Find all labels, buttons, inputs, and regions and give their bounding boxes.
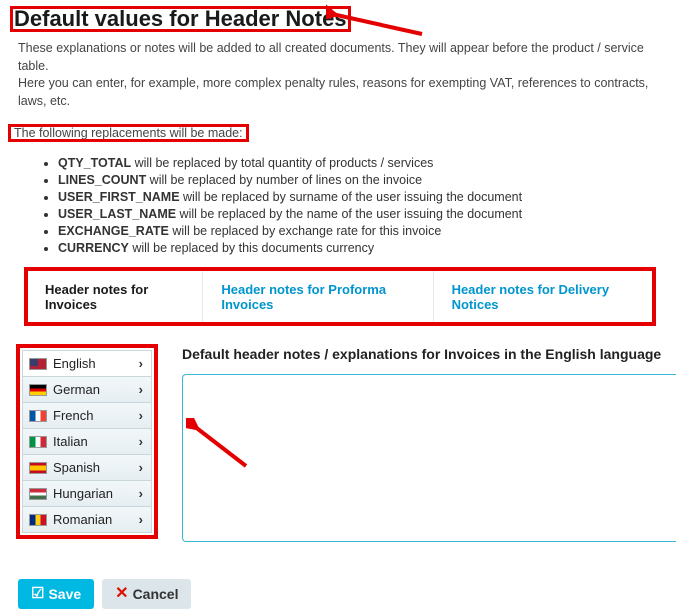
chevron-right-icon: › — [139, 460, 143, 475]
header-notes-textarea[interactable] — [182, 374, 676, 542]
language-label: French — [53, 408, 93, 423]
tab-header-notes-for-delivery-notices[interactable]: Header notes for Delivery Notices — [434, 270, 653, 324]
intro-line-1: These explanations or notes will be adde… — [0, 40, 676, 75]
cancel-button-label: Cancel — [133, 586, 179, 602]
tab-header-notes-for-invoices[interactable]: Header notes for Invoices — [27, 270, 203, 324]
chevron-right-icon: › — [139, 356, 143, 371]
replacement-desc: will be replaced by total quantity of pr… — [131, 156, 433, 170]
replacements-list: QTY_TOTAL will be replaced by total quan… — [58, 156, 676, 255]
language-list-wrap: English›German›French›Italian›Spanish›Hu… — [16, 344, 158, 539]
chevron-right-icon: › — [139, 512, 143, 527]
language-item-en[interactable]: English › — [22, 351, 152, 377]
check-icon: ☑ — [31, 587, 44, 601]
language-list: English›German›French›Italian›Spanish›Hu… — [22, 350, 152, 533]
replacement-token: LINES_COUNT — [58, 173, 146, 187]
language-item-it[interactable]: Italian › — [22, 429, 152, 455]
replacement-item: USER_LAST_NAME will be replaced by the n… — [58, 207, 676, 221]
replacement-token: EXCHANGE_RATE — [58, 224, 169, 238]
replacements-heading: The following replacements will be made: — [8, 124, 249, 142]
chevron-right-icon: › — [139, 408, 143, 423]
language-item-de[interactable]: German › — [22, 377, 152, 403]
replacement-desc: will be replaced by the name of the user… — [176, 207, 522, 221]
replacement-item: EXCHANGE_RATE will be replaced by exchan… — [58, 224, 676, 238]
flag-icon-ro — [29, 514, 47, 526]
language-label: Hungarian — [53, 486, 113, 501]
chevron-right-icon: › — [139, 434, 143, 449]
replacement-token: QTY_TOTAL — [58, 156, 131, 170]
language-item-fr[interactable]: French › — [22, 403, 152, 429]
language-label: German — [53, 382, 100, 397]
chevron-right-icon: › — [139, 486, 143, 501]
content-heading: Default header notes / explanations for … — [182, 346, 676, 362]
language-label: Romanian — [53, 512, 112, 527]
language-item-hu[interactable]: Hungarian › — [22, 481, 152, 507]
replacement-item: QTY_TOTAL will be replaced by total quan… — [58, 156, 676, 170]
tab-header-notes-for-proforma-invoices[interactable]: Header notes for Proforma Invoices — [203, 270, 433, 324]
replacement-desc: will be replaced by this documents curre… — [129, 241, 374, 255]
replacement-desc: will be replaced by exchange rate for th… — [169, 224, 441, 238]
tabs-container: Header notes for InvoicesHeader notes fo… — [26, 269, 654, 324]
replacements-heading-wrap: The following replacements will be made: — [8, 124, 249, 142]
flag-icon-it — [29, 436, 47, 448]
replacement-token: CURRENCY — [58, 241, 129, 255]
cancel-button[interactable]: ✕ Cancel — [102, 579, 191, 609]
language-label: Spanish — [53, 460, 100, 475]
language-item-ro[interactable]: Romanian › — [22, 507, 152, 533]
flag-icon-hu — [29, 488, 47, 500]
flag-icon-fr — [29, 410, 47, 422]
replacement-token: USER_FIRST_NAME — [58, 190, 180, 204]
language-label: Italian — [53, 434, 88, 449]
language-item-es[interactable]: Spanish › — [22, 455, 152, 481]
replacement-item: CURRENCY will be replaced by this docume… — [58, 241, 676, 255]
save-button[interactable]: ☑ Save — [18, 579, 94, 609]
chevron-right-icon: › — [139, 382, 143, 397]
page-title-wrap: Default values for Header Notes — [10, 6, 351, 32]
replacement-desc: will be replaced by number of lines on t… — [146, 173, 422, 187]
close-icon: ✕ — [115, 587, 128, 601]
flag-icon-en — [29, 358, 47, 370]
flag-icon-es — [29, 462, 47, 474]
replacement-token: USER_LAST_NAME — [58, 207, 176, 221]
intro-line-2: Here you can enter, for example, more co… — [0, 75, 676, 110]
action-buttons: ☑ Save ✕ Cancel — [18, 579, 676, 609]
replacement-item: USER_FIRST_NAME will be replaced by surn… — [58, 190, 676, 204]
replacement-desc: will be replaced by surname of the user … — [180, 190, 523, 204]
flag-icon-de — [29, 384, 47, 396]
tabs: Header notes for InvoicesHeader notes fo… — [26, 269, 654, 324]
replacement-item: LINES_COUNT will be replaced by number o… — [58, 173, 676, 187]
page-title: Default values for Header Notes — [10, 6, 351, 32]
save-button-label: Save — [48, 586, 81, 602]
language-label: English — [53, 356, 96, 371]
